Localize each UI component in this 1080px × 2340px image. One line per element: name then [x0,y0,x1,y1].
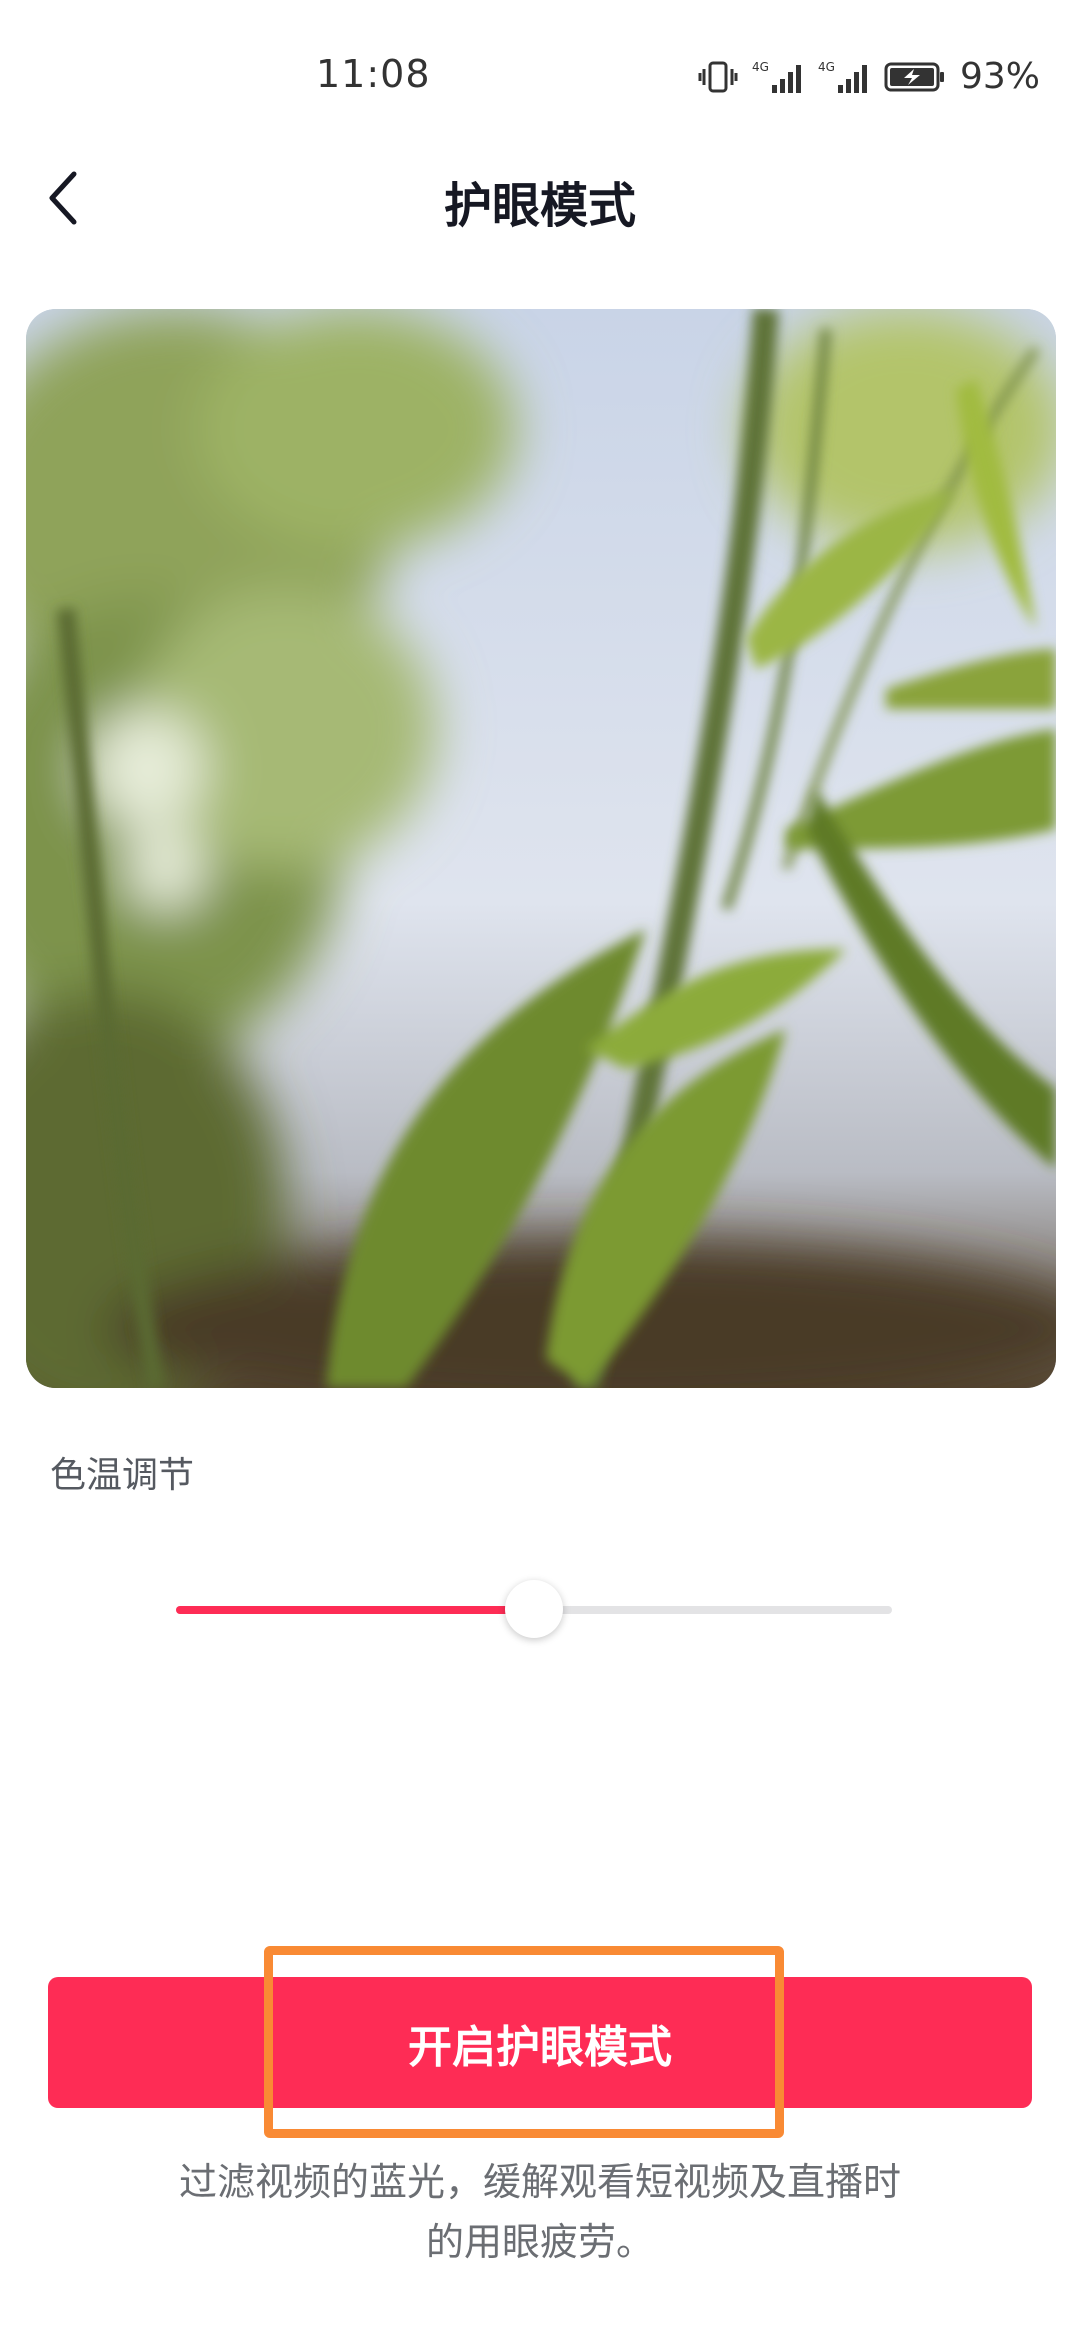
color-temp-slider[interactable] [176,1580,892,1640]
enable-eye-protection-button[interactable]: 开启护眼模式 [48,1977,1032,2108]
description-line-2: 的用眼疲劳。 [425,2220,654,2264]
vibrate-icon [698,59,738,95]
status-bar: 11:08 4G 4G 93% [0,0,1080,150]
color-temp-label: 色温调节 [50,1455,195,1496]
status-time: 11:08 [316,52,431,96]
battery-percent: 93% [959,56,1040,97]
header: 护眼模式 [0,150,1080,250]
slider-fill [176,1606,534,1614]
network-type-label: 4G [752,60,769,74]
signal-4g-icon: 4G [752,59,804,95]
enable-button-label: 开启护眼模式 [408,2021,672,2073]
slider-thumb[interactable] [505,1580,563,1638]
signal-4g-icon-2: 4G [818,59,870,95]
description-line-1: 过滤视频的蓝光，缓解观看短视频及直播时 [178,2160,901,2204]
network-type-label-2: 4G [818,60,835,74]
battery-charging-icon [884,59,946,95]
description: 过滤视频的蓝光，缓解观看短视频及直播时 的用眼疲劳。 [120,2152,960,2272]
page-title: 护眼模式 [443,178,636,234]
preview-image [26,309,1056,1388]
status-icons: 4G 4G 93% [698,56,1040,97]
